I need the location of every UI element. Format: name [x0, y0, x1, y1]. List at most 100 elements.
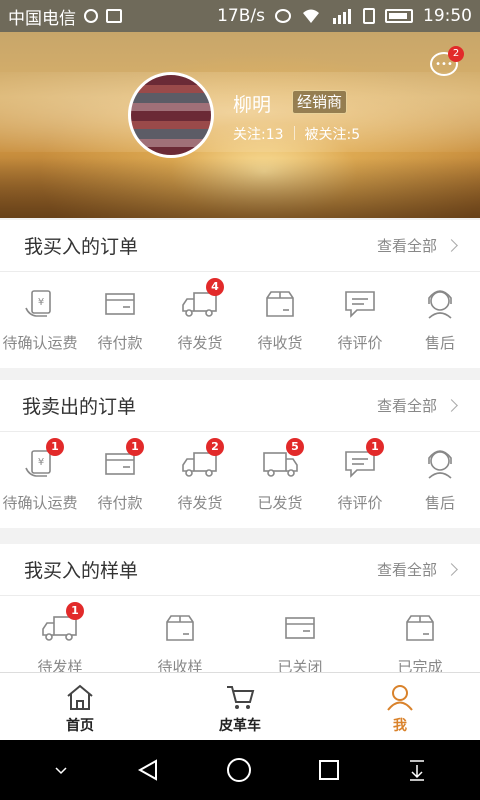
network-speed: 17B/s [217, 6, 265, 26]
order-status-item[interactable]: 1 待发样 [0, 596, 120, 672]
order-status-label: 待确认运费 [2, 334, 78, 352]
order-status-item[interactable]: 1 待付款 [80, 432, 160, 528]
collapse-icon[interactable] [53, 764, 69, 776]
back-icon[interactable] [136, 758, 160, 782]
count-badge: 2 [206, 438, 224, 456]
count-badge: 1 [46, 438, 64, 456]
count-badge: 5 [286, 438, 304, 456]
nav-cart[interactable]: 皮革车 [160, 673, 320, 740]
box-icon [400, 610, 440, 646]
purchased-samples-section: 我买入的样单 查看全部 1 待发样 待收样 已关闭 已完成 [0, 544, 480, 672]
card-icon [280, 610, 320, 646]
order-status-item[interactable]: ¥1 待确认运费 [0, 432, 80, 528]
follow-stats: 关注:13 被关注:5 [233, 124, 360, 144]
view-all-link[interactable]: 查看全部 [377, 559, 458, 580]
notification-pull-icon[interactable] [407, 759, 427, 781]
chevron-right-icon [445, 399, 458, 412]
order-status-label: 待确认运费 [2, 494, 78, 512]
carrier-label: 中国电信 [8, 8, 76, 29]
nav-home-label: 首页 [66, 718, 94, 734]
order-status-label: 待发货 [177, 334, 223, 352]
count-badge: 1 [126, 438, 144, 456]
truck-icon: 1 [40, 602, 84, 646]
recents-icon[interactable] [318, 759, 340, 781]
clock: 19:50 [423, 6, 472, 26]
view-all-link[interactable]: 查看全部 [377, 235, 458, 256]
service-icon [420, 286, 460, 322]
order-status-label: 待付款 [97, 334, 143, 352]
comment-icon: 1 [340, 438, 384, 482]
messages-badge: 2 [448, 46, 464, 62]
order-status-label: 售后 [424, 334, 455, 352]
notification-icon [84, 9, 98, 23]
chevron-right-icon [445, 563, 458, 576]
nav-me-label: 我 [393, 718, 407, 734]
card-icon [100, 286, 140, 322]
order-status-label: 待评价 [337, 494, 383, 512]
chevron-right-icon [445, 239, 458, 252]
order-status-item[interactable]: 已完成 [360, 596, 480, 672]
section-title: 我买入的样单 [24, 560, 139, 582]
nav-home[interactable]: 首页 [0, 673, 160, 740]
wifi-icon [301, 8, 321, 24]
order-status-item[interactable]: 2 待发货 [160, 432, 240, 528]
sold-orders-section: 我卖出的订单 查看全部 ¥1 待确认运费 1 待付款 2 待发货 5 已发货 1 待评价 售后 [0, 380, 480, 528]
svg-text:¥: ¥ [38, 297, 44, 308]
status-bar: 中国电信 17B/s 19:50 [0, 0, 480, 32]
purchased-orders-section: 我买入的订单 查看全部 ¥ 待确认运费 待付款 4 待发货 待收货 待评价 售后 [0, 220, 480, 368]
count-badge: 1 [366, 438, 384, 456]
truck-icon: 2 [180, 438, 224, 482]
order-status-item[interactable]: 待付款 [80, 272, 160, 368]
section-title: 我买入的订单 [24, 236, 139, 258]
order-status-item[interactable]: 5 已发货 [240, 432, 320, 528]
svg-text:¥: ¥ [38, 457, 44, 468]
home-circle-icon[interactable] [226, 757, 252, 783]
order-status-label: 待收货 [257, 334, 303, 352]
bottom-nav: 首页 皮革车 我 [0, 672, 480, 740]
order-status-label: 已关闭 [277, 658, 323, 672]
section-title: 我卖出的订单 [22, 396, 137, 418]
order-status-label: 待收样 [157, 658, 203, 672]
home-icon [65, 683, 95, 711]
comment-icon [340, 286, 380, 322]
count-badge: 4 [206, 278, 224, 296]
order-status-item[interactable]: 售后 [400, 272, 480, 368]
order-status-item[interactable]: 待评价 [320, 272, 400, 368]
order-status-item[interactable]: 待收样 [120, 596, 240, 672]
sim-icon [363, 8, 375, 24]
image-icon [106, 9, 122, 23]
count-badge: 1 [66, 602, 84, 620]
order-status-label: 售后 [424, 494, 455, 512]
order-status-item[interactable]: 4 待发货 [160, 272, 240, 368]
order-status-item[interactable]: 1 待评价 [320, 432, 400, 528]
order-status-item[interactable]: ¥ 待确认运费 [0, 272, 80, 368]
user-name: 柳明 [233, 94, 272, 116]
cart-icon [225, 683, 255, 711]
order-status-label: 待评价 [337, 334, 383, 352]
nav-me[interactable]: 我 [320, 673, 480, 740]
signal-icon [331, 8, 353, 24]
user-icon [385, 683, 415, 711]
order-status-label: 待发样 [37, 658, 83, 672]
system-nav-bar [0, 740, 480, 800]
following-count[interactable]: 关注:13 [233, 124, 284, 144]
nav-cart-label: 皮革车 [219, 718, 261, 734]
messages-button[interactable]: ••• 2 [430, 46, 464, 80]
avatar[interactable] [128, 72, 214, 158]
view-all-link[interactable]: 查看全部 [377, 395, 458, 416]
order-status-label: 待发货 [177, 494, 223, 512]
card-icon: 1 [100, 438, 144, 482]
order-status-item[interactable]: 售后 [400, 432, 480, 528]
alarm-icon [275, 9, 291, 23]
role-badge: 经销商 [292, 90, 348, 114]
followers-count[interactable]: 被关注:5 [305, 124, 361, 144]
order-status-item[interactable]: 已关闭 [240, 596, 360, 672]
battery-icon [385, 9, 413, 23]
box-icon [160, 610, 200, 646]
order-status-label: 已发货 [257, 494, 303, 512]
truck-icon: 4 [180, 278, 224, 322]
shipped-truck-icon: 5 [260, 438, 304, 482]
order-status-item[interactable]: 待收货 [240, 272, 320, 368]
yen-hand-icon: ¥ [20, 286, 60, 322]
order-status-label: 待付款 [97, 494, 143, 512]
